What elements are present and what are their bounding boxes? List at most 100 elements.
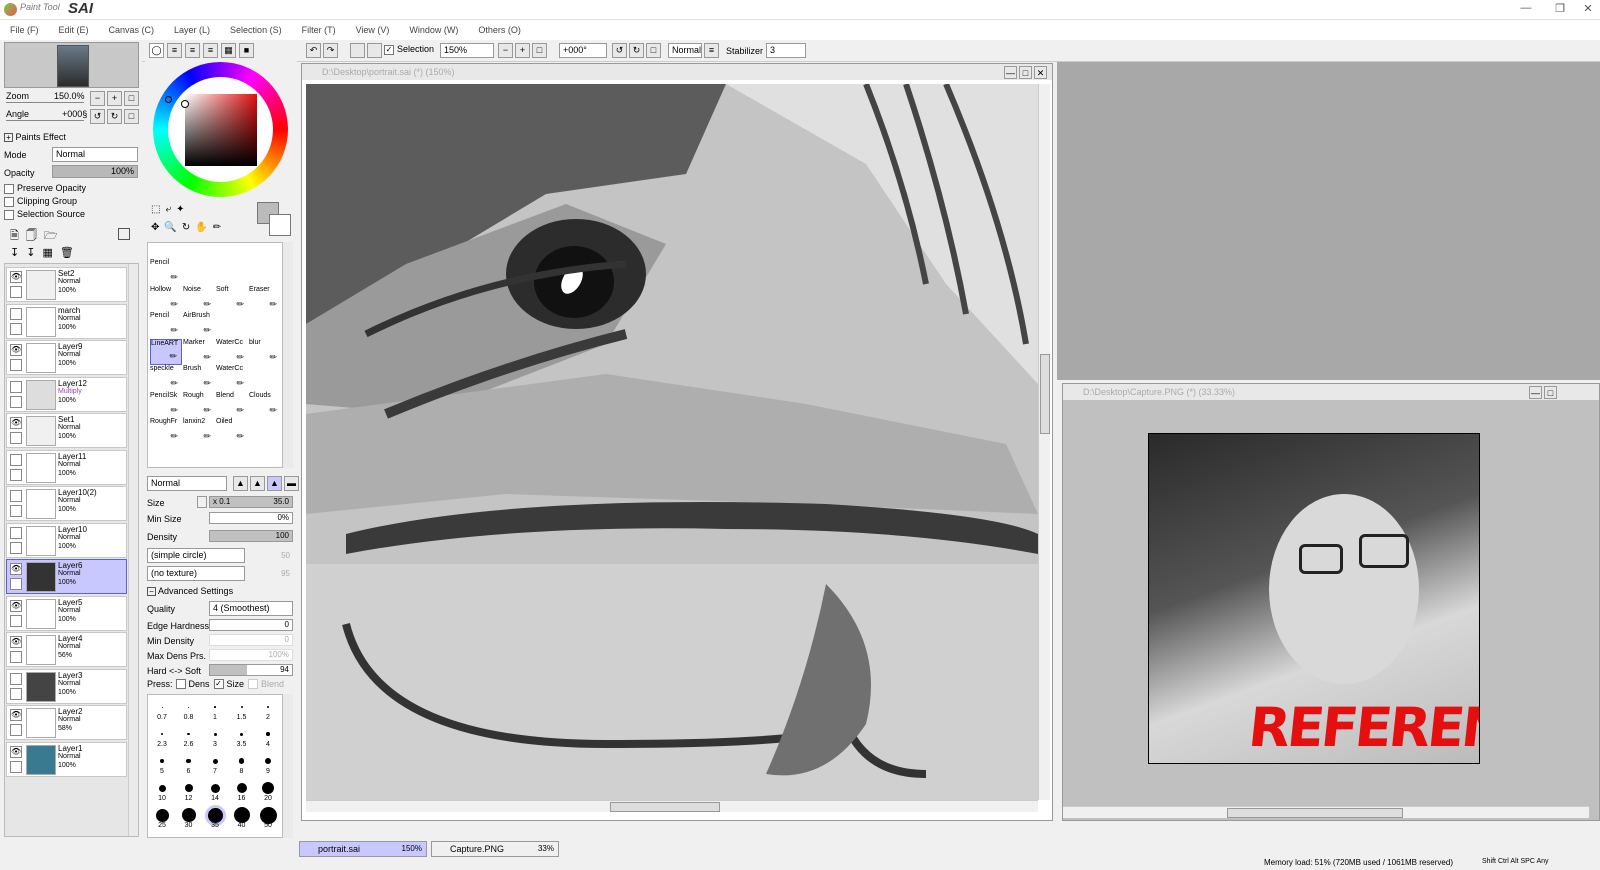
layer-item[interactable]: Layer10(2) Normal 100% — [6, 486, 127, 521]
brush-tool[interactable]: Brush ✏ — [183, 365, 215, 391]
brush-size-dot[interactable] — [240, 706, 243, 708]
flip-button[interactable]: ≡ — [704, 43, 719, 58]
size-slider[interactable]: x 0.1 35.0 — [209, 496, 293, 508]
brush-tool[interactable]: WaterCc ✏ — [216, 339, 248, 365]
zoom-slider[interactable] — [6, 102, 84, 103]
brush-tool[interactable]: Marker ✏ — [183, 339, 215, 365]
lock-toggle[interactable] — [10, 724, 22, 736]
lock-toggle[interactable] — [10, 322, 22, 335]
rgb-slider-button[interactable]: ≡ — [167, 43, 182, 58]
canvas-hscroll-thumb[interactable] — [610, 802, 720, 812]
lock-toggle[interactable] — [10, 432, 22, 444]
menu-layer[interactable]: Layer (L) — [174, 25, 210, 35]
size-mult-dropdown[interactable] — [197, 496, 207, 508]
nav-zoom-out-button[interactable]: − — [90, 91, 105, 106]
hand-icon[interactable]: ✋ — [195, 222, 207, 233]
reference-horizontal-scrollbar[interactable] — [1063, 806, 1589, 818]
nav-rotate-ccw-button[interactable]: ↺ — [90, 109, 105, 124]
menu-edit[interactable]: Edit (E) — [59, 25, 89, 35]
shape-flat-button[interactable]: ▬ — [284, 476, 299, 491]
brush-tool[interactable]: Noise ✏ — [183, 286, 215, 312]
quality-select[interactable]: 4 (Smoothest) — [209, 601, 293, 616]
zoom-tool-icon[interactable]: 🔍 — [164, 222, 176, 233]
visibility-icon[interactable]: 👁 — [10, 599, 22, 612]
zoom-select[interactable]: 150% — [440, 43, 494, 58]
selection-source-option[interactable]: Selection Source — [4, 209, 85, 220]
brush-tool[interactable]: Oiled ✏ — [216, 418, 248, 444]
brush-size-dot[interactable] — [187, 732, 190, 736]
brush-tool[interactable]: Hollow ✏ — [150, 286, 182, 312]
brush-shape-select[interactable]: (simple circle) — [147, 548, 245, 563]
new-layer-icon[interactable]: 🗎 — [10, 227, 19, 246]
menu-window[interactable]: Window (W) — [409, 25, 458, 35]
brush-tool[interactable]: Blend ✏ — [216, 392, 248, 418]
brush-size-dot[interactable] — [212, 758, 218, 764]
brush-size-dot[interactable] — [161, 733, 163, 735]
eyedropper-icon[interactable]: ✏ — [213, 222, 221, 233]
brush-size-dot[interactable] — [160, 759, 164, 763]
visibility-icon[interactable] — [10, 453, 22, 466]
selection-toggle[interactable]: ✓ Selection — [384, 44, 434, 55]
brush-size-dot[interactable] — [213, 732, 217, 736]
min-density-slider[interactable]: 0 — [209, 634, 293, 646]
brush-size-dot[interactable] — [158, 784, 166, 792]
layer-item[interactable]: 👁 Layer1 Normal 100% — [6, 741, 127, 777]
brush-size-dot[interactable] — [266, 732, 270, 736]
brush-tool[interactable]: PencilSk ✏ — [150, 392, 182, 418]
layer-item[interactable]: Layer10 Normal 100% — [6, 522, 127, 558]
reference-photo[interactable]: REFERENCE — [1148, 433, 1480, 764]
hard-soft-slider[interactable]: 94 — [209, 664, 293, 676]
reference-minimize-button[interactable]: — — [1529, 386, 1542, 399]
zoom-in-button[interactable]: + — [515, 43, 530, 58]
brush-size-dot[interactable] — [188, 706, 189, 708]
rotate-tool-icon[interactable]: ↻ — [182, 222, 190, 233]
press-size-checkbox[interactable]: ✓ — [213, 679, 224, 689]
press-dens-checkbox[interactable] — [175, 679, 186, 689]
layer-item[interactable]: 👁 Layer6 Normal 100% — [6, 559, 127, 594]
shape-soft-button[interactable]: ▲ — [233, 476, 248, 491]
brush-size-dot[interactable] — [259, 806, 277, 824]
lock-toggle[interactable] — [10, 541, 22, 554]
brush-size-dot[interactable] — [236, 783, 247, 793]
advanced-settings-header[interactable]: − Advanced Settings — [147, 586, 233, 597]
shape-hard-button[interactable]: ▲ — [267, 476, 282, 491]
edge-hardness-slider[interactable]: 0 — [209, 619, 293, 631]
brush-size-dot[interactable] — [265, 758, 271, 764]
brush-size-dot[interactable] — [233, 807, 250, 823]
zoom-reset-button[interactable]: □ — [532, 43, 547, 58]
brush-tool[interactable]: Soft ✏ — [216, 286, 248, 312]
hsv-slider-button[interactable]: ≡ — [185, 43, 200, 58]
brush-size-dot[interactable] — [184, 784, 193, 792]
clipping-group-option[interactable]: Clipping Group — [4, 196, 77, 207]
brush-tool[interactable]: Eraser ✏ — [249, 286, 281, 312]
move-icon[interactable]: ✥ — [151, 222, 159, 233]
reference-hscroll-thumb[interactable] — [1227, 808, 1403, 818]
brush-tool[interactable]: AirBrush ✏ — [183, 312, 215, 338]
clipping-group-checkbox[interactable] — [4, 196, 14, 207]
brush-tool[interactable]: blur ✏ — [249, 339, 281, 365]
delete-layer-icon[interactable]: 🗑 — [60, 246, 74, 259]
restore-button[interactable]: ❐ — [1550, 2, 1570, 15]
angle-slider[interactable] — [6, 120, 84, 121]
redo-button[interactable]: ↷ — [323, 43, 338, 58]
layer-item[interactable]: 👁 Layer4 Normal 56% — [6, 632, 127, 667]
nav-zoom-in-button[interactable]: + — [107, 91, 122, 106]
menu-others[interactable]: Others (O) — [478, 25, 521, 35]
lock-toggle[interactable] — [10, 614, 22, 627]
visibility-icon[interactable] — [10, 526, 22, 539]
magic-wand-icon[interactable]: ✦ — [176, 204, 184, 215]
intermediate-color-button[interactable]: ≡ — [203, 43, 218, 58]
tab-portrait[interactable]: portrait.sai 150% — [299, 841, 427, 857]
brush-size-dot[interactable] — [155, 808, 169, 822]
brush-tool[interactable]: lanxin2 ✏ — [183, 418, 215, 444]
rotate-cw-button[interactable]: ↻ — [629, 43, 644, 58]
brush-size-dot[interactable] — [207, 807, 223, 823]
visibility-icon[interactable] — [10, 380, 22, 393]
menu-selection[interactable]: Selection (S) — [230, 25, 282, 35]
zoom-out-button[interactable]: − — [498, 43, 513, 58]
visibility-icon[interactable] — [10, 307, 22, 320]
visibility-icon[interactable]: 👁 — [10, 271, 22, 283]
visibility-icon[interactable]: 👁 — [10, 563, 22, 575]
visibility-icon[interactable]: 👁 — [10, 417, 22, 429]
layer-item[interactable]: Layer3 Normal 100% — [6, 668, 127, 704]
